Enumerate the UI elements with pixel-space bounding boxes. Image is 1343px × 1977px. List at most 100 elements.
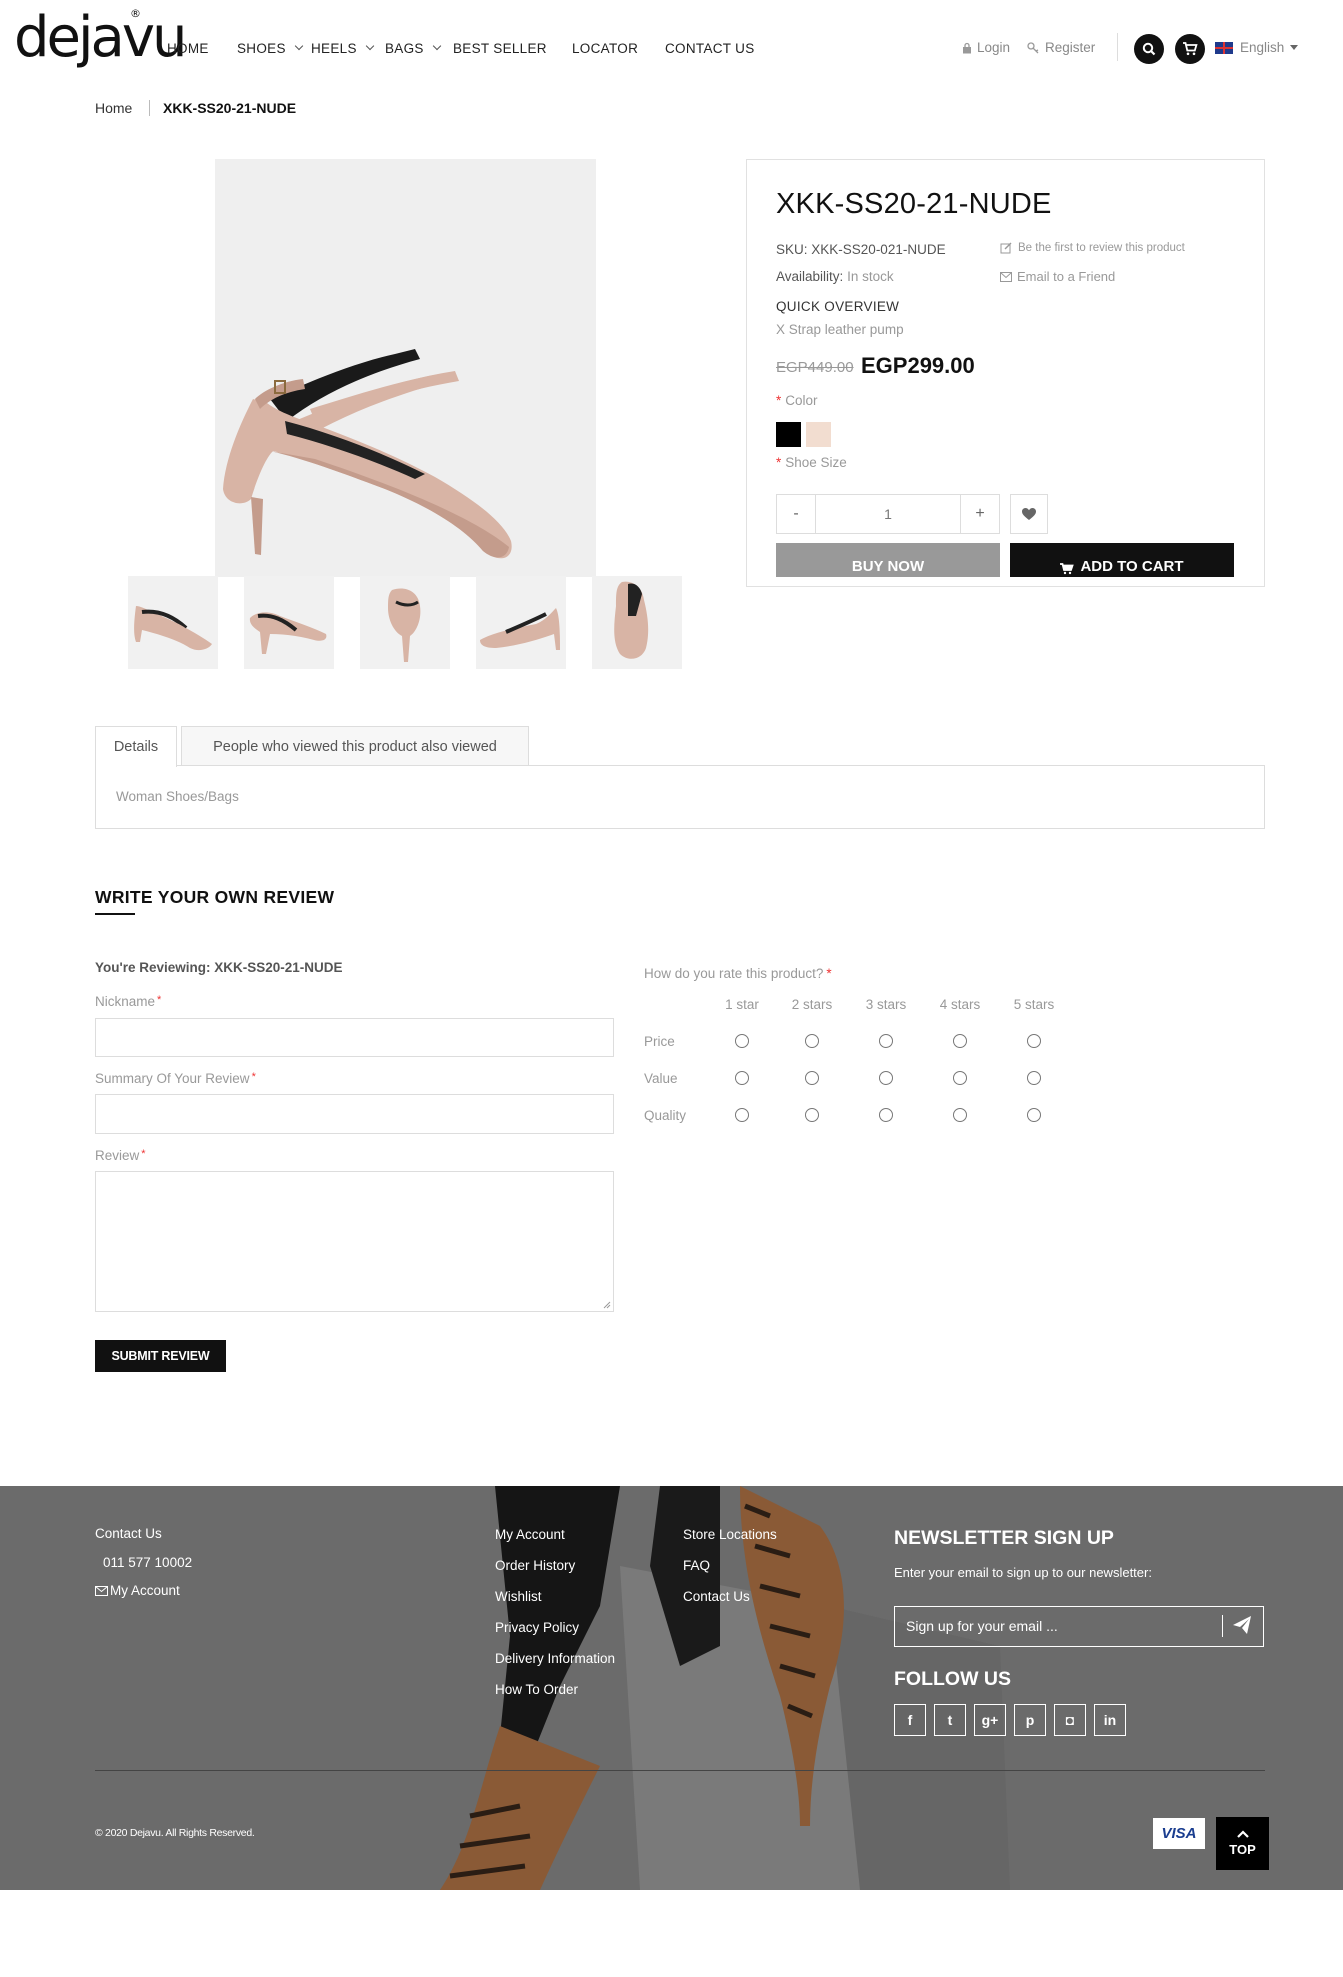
footer-link-delivery[interactable]: Delivery Information (495, 1651, 615, 1666)
rating-radio-price-5[interactable] (1027, 1034, 1041, 1048)
product-title: XKK-SS20-21-NUDE (776, 188, 1052, 220)
chevron-down-icon (294, 41, 304, 51)
rating-radio-price-4[interactable] (953, 1034, 967, 1048)
footer-link-wishlist[interactable]: Wishlist (495, 1589, 542, 1604)
rating-radio-price-1[interactable] (735, 1034, 749, 1048)
tab-also-viewed[interactable]: People who viewed this product also view… (181, 726, 529, 766)
color-swatch-black[interactable] (776, 422, 801, 447)
footer-divider (95, 1770, 1265, 1771)
newsletter-divider (1222, 1615, 1223, 1637)
language-selector[interactable]: English (1240, 40, 1299, 55)
newsletter-heading: NEWSLETTER SIGN UP (894, 1527, 1114, 1549)
qty-input[interactable]: 1 (816, 494, 960, 534)
key-icon (1027, 41, 1039, 53)
rating-radio-quality-4[interactable] (953, 1108, 967, 1122)
edit-icon (1000, 242, 1012, 254)
footer-link-contact[interactable]: Contact Us (683, 1589, 750, 1604)
product-thumbnail[interactable] (476, 576, 566, 669)
back-to-top-button[interactable]: TOP (1216, 1817, 1269, 1870)
rating-radio-quality-5[interactable] (1027, 1108, 1041, 1122)
nav-best-seller[interactable]: BEST SELLER (453, 40, 547, 56)
send-icon[interactable] (1232, 1615, 1252, 1635)
nav-bags[interactable]: BAGS (385, 40, 441, 56)
product-thumbnail[interactable] (360, 576, 450, 669)
rating-radio-quality-3[interactable] (879, 1108, 893, 1122)
shoe-size-label: * Shoe Size (776, 455, 847, 470)
footer-link-order-history[interactable]: Order History (495, 1558, 575, 1573)
review-label: Review * (95, 1148, 146, 1163)
product-thumbnail[interactable] (128, 576, 218, 669)
tab-details[interactable]: Details (95, 726, 177, 767)
login-link[interactable]: Login (962, 40, 1010, 55)
email-friend-link[interactable]: Email to a Friend (1000, 269, 1115, 284)
details-text: Woman Shoes/Bags (116, 789, 239, 804)
resize-handle-icon (603, 1301, 611, 1309)
nickname-field[interactable] (95, 1018, 614, 1057)
breadcrumb-home[interactable]: Home (95, 100, 132, 116)
nav-heels[interactable]: HEELS (311, 40, 375, 56)
follow-us-heading: FOLLOW US (894, 1668, 1011, 1690)
pinterest-icon[interactable]: p (1014, 1704, 1046, 1736)
footer-link-how-to-order[interactable]: How To Order (495, 1682, 578, 1697)
instagram-icon[interactable]: ◘ (1054, 1704, 1086, 1736)
cart-button[interactable] (1175, 34, 1205, 64)
rating-radio-value-4[interactable] (953, 1071, 967, 1085)
footer-link-privacy[interactable]: Privacy Policy (495, 1620, 579, 1635)
chevron-up-icon (1236, 1830, 1249, 1838)
rating-radio-value-2[interactable] (805, 1071, 819, 1085)
rating-col-4: 4 stars (939, 997, 981, 1012)
product-main-image[interactable] (215, 159, 596, 577)
breadcrumb-current: XKK-SS20-21-NUDE (163, 100, 297, 116)
chevron-down-icon (365, 41, 375, 51)
product-thumbnail[interactable] (244, 576, 334, 669)
register-link[interactable]: Register (1027, 40, 1095, 55)
submit-review-button[interactable]: SUBMIT REVIEW (95, 1340, 226, 1372)
rating-radio-price-3[interactable] (879, 1034, 893, 1048)
qty-increase-button[interactable]: + (960, 494, 1000, 534)
summary-field[interactable] (95, 1094, 614, 1134)
footer-link-my-account[interactable]: My Account (495, 1527, 565, 1542)
footer-link-store-locations[interactable]: Store Locations (683, 1527, 777, 1542)
footer-phone[interactable]: 011 577 10002 (103, 1555, 192, 1570)
add-to-cart-button[interactable]: ADD TO CART (1010, 543, 1234, 577)
rating-radio-price-2[interactable] (805, 1034, 819, 1048)
review-heading: WRITE YOUR OWN REVIEW (95, 887, 335, 907)
wishlist-button[interactable] (1010, 494, 1048, 534)
caret-down-icon (1290, 45, 1299, 50)
review-link[interactable]: Be the first to review this product (1000, 242, 1185, 254)
rating-question: How do you rate this product? * (644, 966, 832, 981)
header-divider (1117, 33, 1118, 61)
cart-icon (1183, 42, 1198, 56)
nav-contact-us[interactable]: CONTACT US (665, 40, 755, 56)
rating-radio-value-1[interactable] (735, 1071, 749, 1085)
search-button[interactable] (1134, 34, 1164, 64)
product-sku: SKU: XKK-SS20-021-NUDE (776, 242, 946, 257)
linkedin-icon[interactable]: in (1094, 1704, 1126, 1736)
envelope-icon (1000, 271, 1012, 282)
rating-radio-quality-2[interactable] (805, 1108, 819, 1122)
color-label: * Color (776, 393, 818, 408)
nav-locator[interactable]: LOCATOR (572, 40, 638, 56)
footer-my-account-link[interactable]: My Account (95, 1583, 180, 1598)
dejavu-logo[interactable]: dejavu ® (14, 8, 188, 66)
rating-radio-value-3[interactable] (879, 1071, 893, 1085)
rating-radio-quality-1[interactable] (735, 1108, 749, 1122)
color-swatch-nude[interactable] (806, 422, 831, 447)
newsletter-placeholder: Sign up for your email ... (906, 1618, 1058, 1634)
rating-col-5: 5 stars (1013, 997, 1055, 1012)
rating-radio-value-5[interactable] (1027, 1071, 1041, 1085)
footer-contact-heading: Contact Us (95, 1526, 162, 1541)
rating-col-1: 1 star (725, 997, 759, 1012)
product-thumbnail[interactable] (592, 576, 682, 669)
nav-shoes[interactable]: SHOES (237, 40, 304, 56)
facebook-icon[interactable]: f (894, 1704, 926, 1736)
buy-now-button[interactable]: BUY NOW (776, 543, 1000, 577)
rating-col-3: 3 stars (865, 997, 907, 1012)
current-price: EGP299.00 (861, 353, 975, 378)
footer-link-faq[interactable]: FAQ (683, 1558, 710, 1573)
qty-decrease-button[interactable]: - (776, 494, 816, 534)
nav-home[interactable]: HOME (167, 40, 209, 56)
review-textarea[interactable] (95, 1171, 614, 1312)
google-plus-icon[interactable]: g+ (974, 1704, 1006, 1736)
twitter-icon[interactable]: t (934, 1704, 966, 1736)
